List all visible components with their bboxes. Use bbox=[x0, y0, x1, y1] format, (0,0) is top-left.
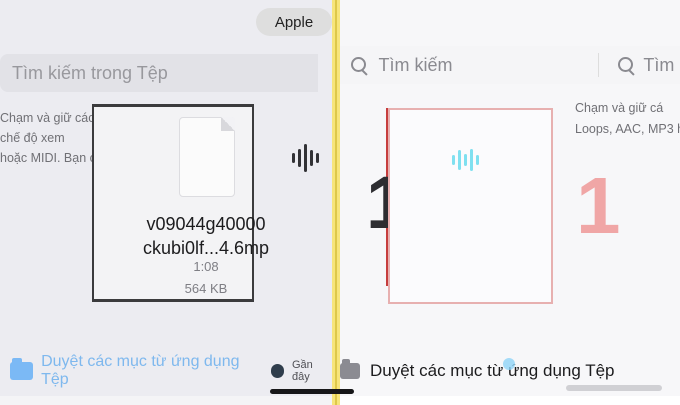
split-handle[interactable] bbox=[270, 389, 354, 394]
folder-icon bbox=[10, 358, 34, 380]
bottom-strip-right bbox=[340, 396, 680, 405]
file-name-line-1: v09044g40000 bbox=[146, 214, 266, 234]
right-search-bar[interactable]: Tìm kiếm Tìm kiếm bbox=[340, 46, 680, 84]
stage: Apple Chạm và giữ các tệp để kéo chúng v… bbox=[0, 0, 680, 405]
left-bottom-nav-recent: Gần đây bbox=[291, 359, 313, 383]
right-help-line-1: Chạm và giữ cá bbox=[575, 101, 664, 115]
right-bottom-nav-main: Duyệt các mục từ ứng dụng Tệp bbox=[370, 361, 615, 380]
apple-pill[interactable]: Apple bbox=[256, 8, 332, 36]
status-dot bbox=[503, 358, 515, 370]
right-search-placeholder-2: Tìm kiếm bbox=[643, 54, 680, 75]
right-big-number: 1 bbox=[576, 161, 621, 250]
file-duration: 1:08 bbox=[193, 259, 219, 274]
split-divider-line bbox=[335, 0, 337, 405]
drop-box[interactable] bbox=[388, 108, 553, 304]
file-name-line-2: ckubi0lf...4.6mp bbox=[142, 238, 270, 258]
left-bottom-nav-main: Duyệt các mục từ ứng dụng Tệp bbox=[41, 353, 240, 388]
file-size: 564 KB bbox=[184, 281, 228, 296]
search-icon bbox=[350, 56, 367, 74]
bottom-strip-left bbox=[0, 396, 332, 405]
apple-label: Apple bbox=[274, 13, 314, 31]
left-search-input[interactable] bbox=[10, 61, 318, 85]
clock-icon bbox=[270, 364, 284, 378]
right-search-separator bbox=[598, 53, 599, 77]
folder-icon bbox=[340, 359, 360, 379]
file-waveform-icon bbox=[292, 142, 328, 174]
left-search-bar[interactable] bbox=[0, 54, 318, 92]
right-help-text: Chạm và giữ cá Loops, AAC, MP3 ho bbox=[575, 98, 680, 140]
home-indicator bbox=[566, 385, 662, 391]
right-search-inner: Tìm kiếm Tìm kiếm bbox=[340, 46, 680, 84]
right-help-line-2: Loops, AAC, MP3 ho bbox=[575, 122, 680, 136]
right-search-placeholder: Tìm kiếm bbox=[378, 54, 453, 75]
file-document-icon bbox=[179, 117, 235, 197]
drop-waveform-icon bbox=[452, 146, 482, 174]
search-icon bbox=[617, 56, 634, 74]
